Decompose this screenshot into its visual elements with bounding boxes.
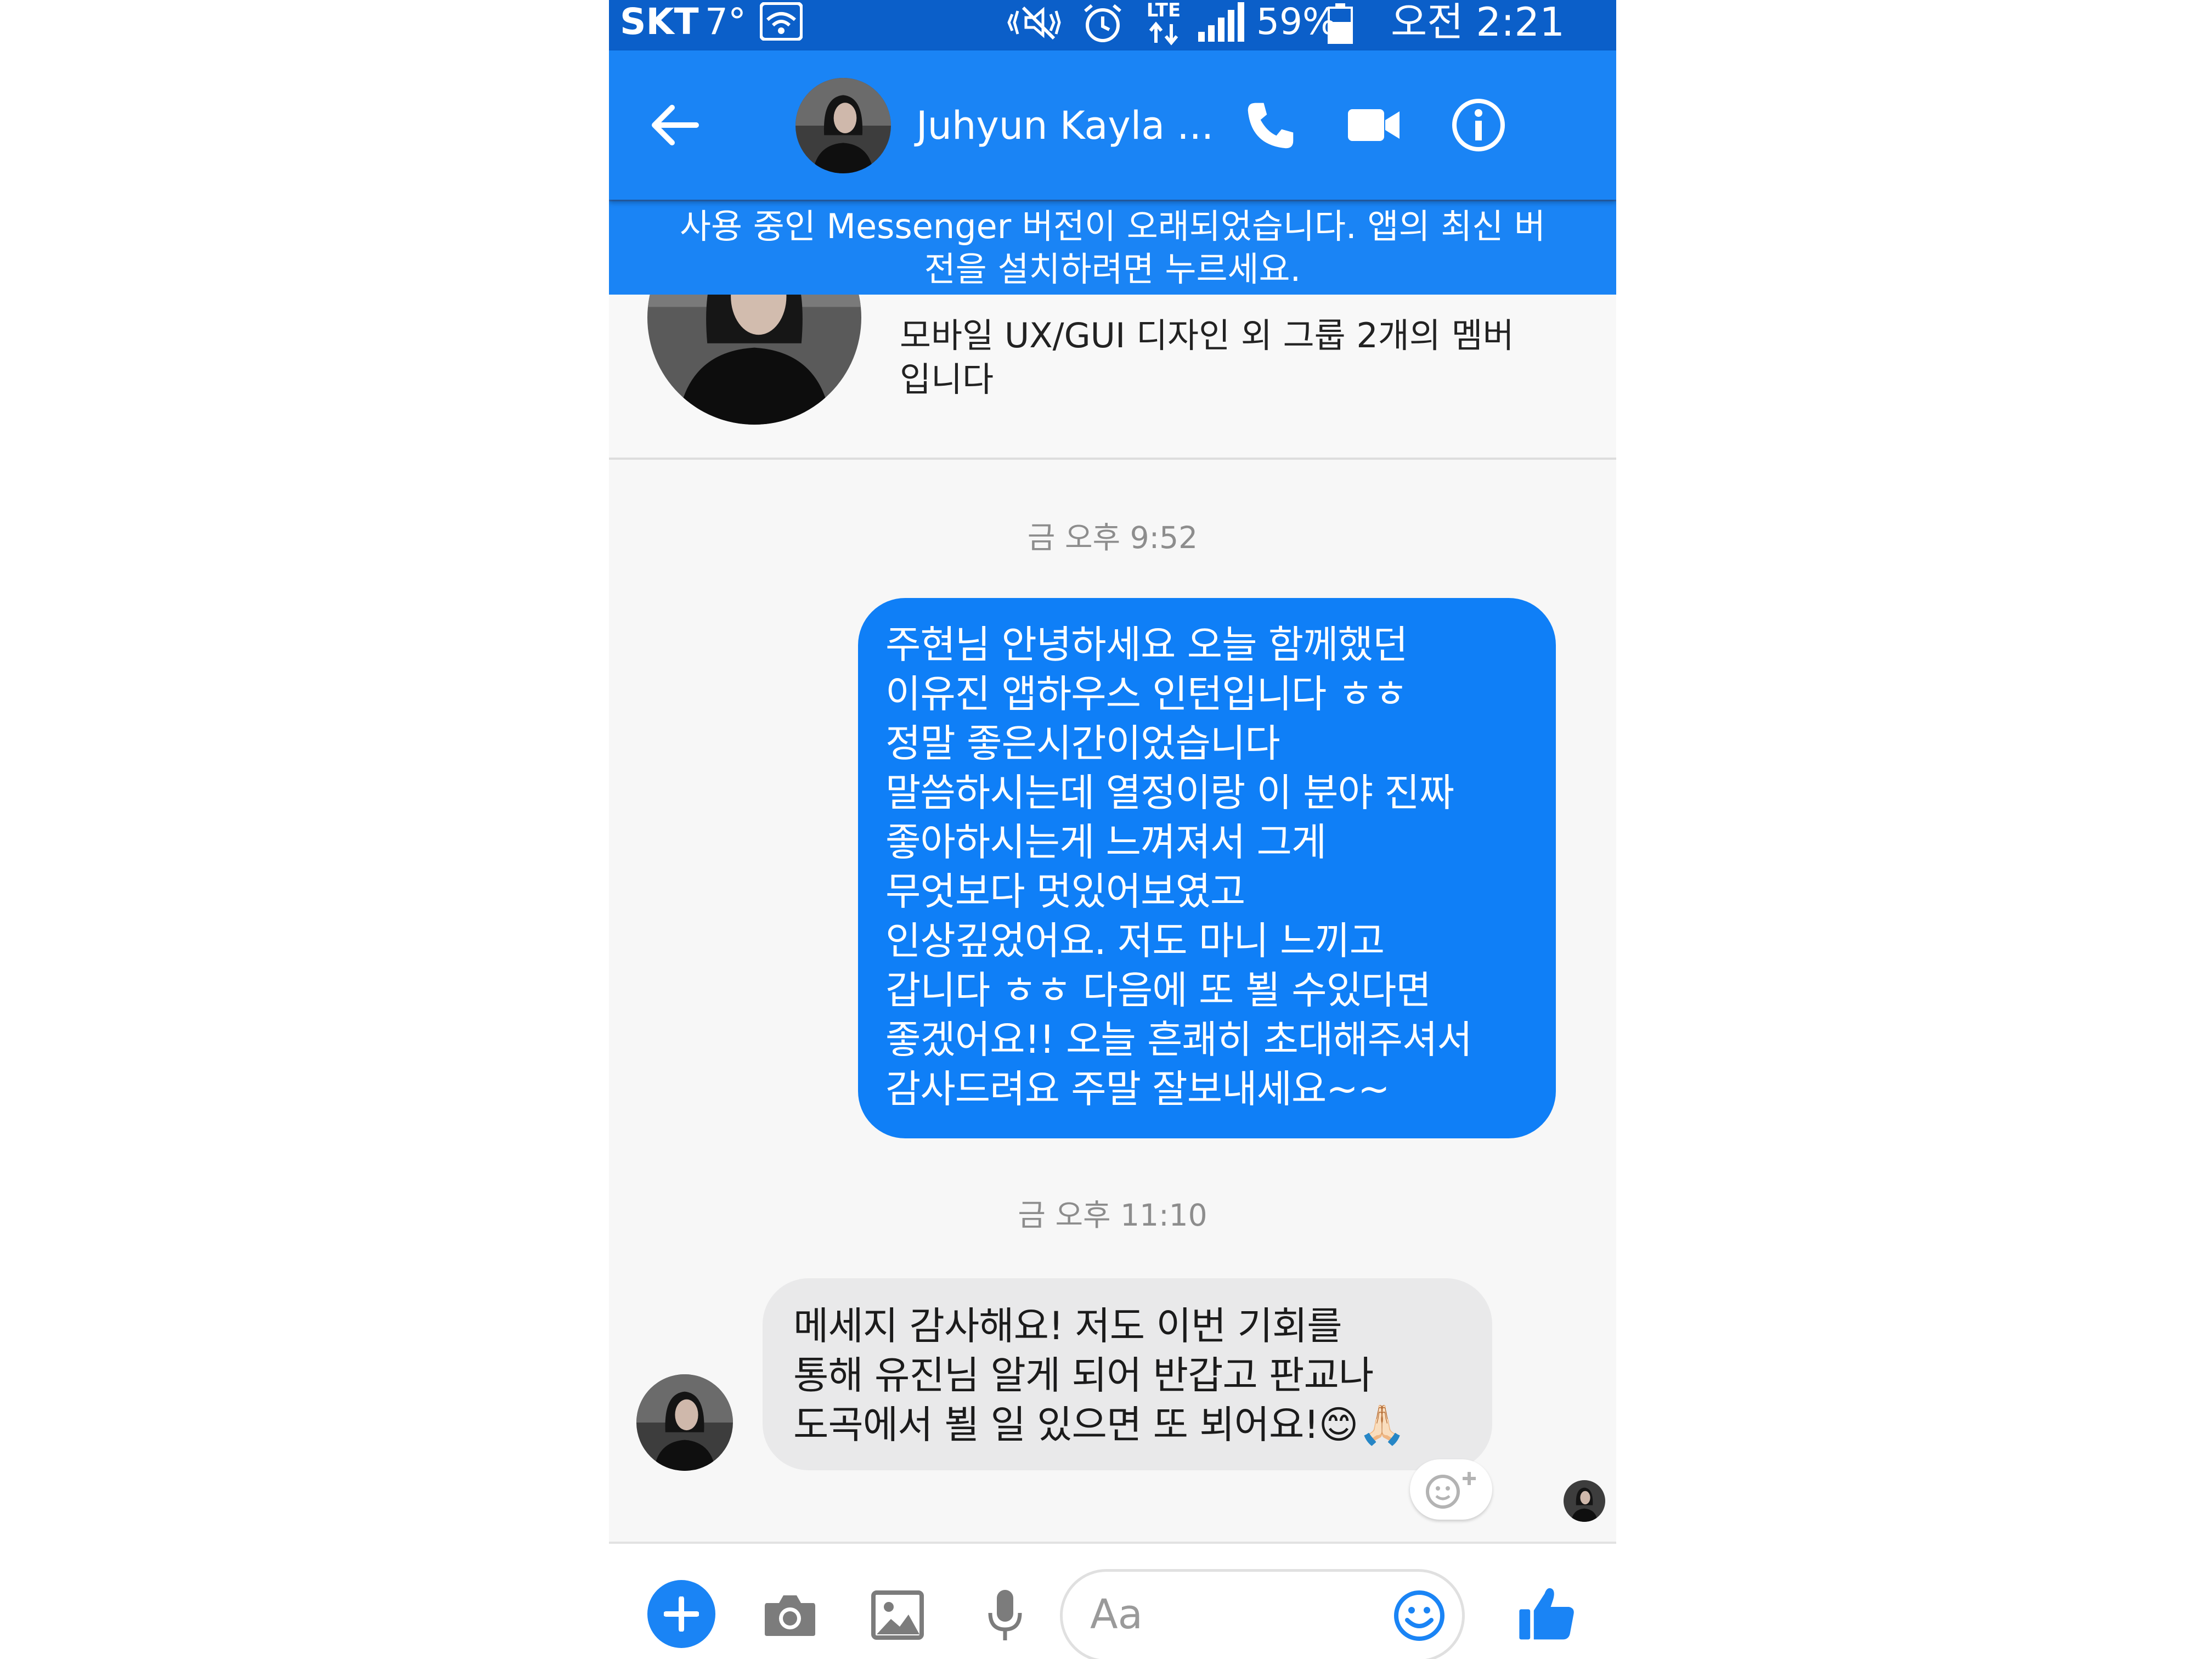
camera-button[interactable] xyxy=(758,1583,822,1647)
read-receipt-avatar xyxy=(1564,1480,1605,1522)
microphone-icon xyxy=(988,1590,1022,1640)
incoming-message-bubble[interactable]: 메세지 감사해요! 저도 이번 기회를 통해 유진님 알게 되어 반갑고 판교나… xyxy=(763,1278,1492,1470)
info-icon xyxy=(1452,99,1505,151)
outgoing-message-bubble[interactable]: 주현님 안녕하세요 오늘 함께했던 이유진 앱하우스 인턴입니다 ㅎㅎ 정말 좋… xyxy=(858,598,1556,1138)
message-input[interactable] xyxy=(1090,1587,1375,1642)
contact-name[interactable]: Juhyun Kayla ... xyxy=(916,101,1214,150)
update-banner-text: 사용 중인 Messenger 버전이 오래되었습니다. 앱의 최신 버전을 설… xyxy=(679,206,1546,289)
status-bar: SKT 7° LTE 59% 오전 2:21 xyxy=(609,0,1616,50)
like-button[interactable] xyxy=(1509,1575,1585,1651)
plus-icon xyxy=(664,1596,699,1632)
gallery-button[interactable] xyxy=(866,1583,929,1647)
temperature-label: 7° xyxy=(705,1,746,43)
alarm-icon xyxy=(1081,2,1125,53)
conversation-header: Juhyun Kayla ... xyxy=(609,50,1616,200)
timestamp: 금 오후 9:52 xyxy=(1027,520,1198,555)
messenger-screen: SKT 7° LTE 59% 오전 2:21 Juhyun Kayla ... … xyxy=(609,0,1616,1659)
sender-avatar[interactable] xyxy=(636,1374,733,1471)
signal-icon xyxy=(1196,1,1245,52)
phone-icon xyxy=(1248,103,1294,149)
camera-icon xyxy=(765,1595,815,1636)
profile-groups-text: 모바일 UX/GUI 디자인 외 그룹 2개의 멤버입니다 xyxy=(900,315,1514,399)
battery-percent: 59% xyxy=(1256,1,1337,43)
add-reaction-button[interactable] xyxy=(1410,1459,1492,1520)
back-arrow-icon xyxy=(652,105,699,145)
info-button[interactable] xyxy=(1446,92,1511,158)
back-button[interactable] xyxy=(642,92,708,158)
lte-data-icon: LTE xyxy=(1144,0,1183,50)
wifi-icon xyxy=(760,2,803,53)
update-banner[interactable]: 사용 중인 Messenger 버전이 오래되었습니다. 앱의 최신 버전을 설… xyxy=(609,200,1616,295)
carrier-label: SKT xyxy=(620,1,699,43)
thumbs-up-icon xyxy=(1519,1588,1574,1640)
mute-vibrate-icon xyxy=(1007,3,1062,54)
emoji-icon xyxy=(1394,1590,1444,1641)
battery-icon xyxy=(1328,2,1353,53)
image-icon xyxy=(871,1590,924,1640)
more-actions-button[interactable] xyxy=(647,1580,715,1648)
emoji-button[interactable] xyxy=(1386,1581,1452,1651)
profile-card: 모바일 UX/GUI 디자인 외 그룹 2개의 멤버입니다 xyxy=(609,211,1616,460)
video-call-button[interactable] xyxy=(1341,92,1407,158)
timestamp: 금 오후 11:10 xyxy=(1018,1198,1207,1233)
message-composer xyxy=(609,1542,1616,1659)
voice-message-button[interactable] xyxy=(973,1583,1037,1647)
voice-call-button[interactable] xyxy=(1237,92,1303,158)
svg-text:LTE: LTE xyxy=(1147,0,1181,21)
contact-avatar[interactable] xyxy=(795,78,891,173)
clock-time: 오전 2:21 xyxy=(1391,0,1565,45)
message-input-container xyxy=(1060,1569,1465,1659)
video-camera-icon xyxy=(1348,109,1400,141)
smiley-plus-icon xyxy=(1426,1472,1476,1509)
